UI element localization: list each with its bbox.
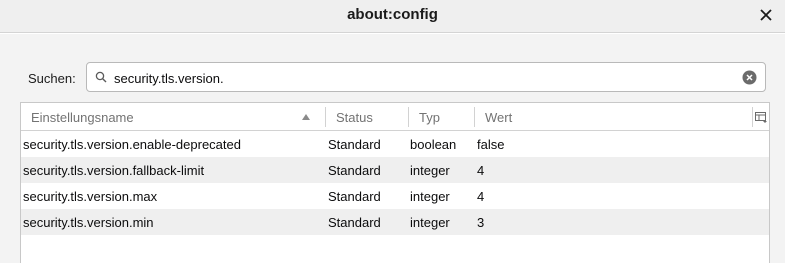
pref-value: false: [477, 137, 505, 152]
search-box[interactable]: [86, 62, 766, 92]
pref-name: security.tls.version.min: [23, 215, 154, 230]
search-label: Suchen:: [28, 71, 76, 86]
search-icon: [95, 71, 107, 83]
pref-value: 4: [477, 189, 485, 204]
title-bar: about:config: [0, 0, 785, 33]
column-divider[interactable]: [325, 107, 326, 127]
pref-name: security.tls.version.max: [23, 189, 158, 204]
pref-value: 3: [477, 215, 485, 230]
table-row[interactable]: security.tls.version.fallback-limit Stan…: [21, 157, 769, 183]
column-header-type[interactable]: Typ: [419, 110, 440, 125]
pref-name: security.tls.version.enable-deprecated: [23, 137, 241, 152]
pref-type: integer: [410, 189, 450, 204]
config-content: Suchen: Einstellungsname Status Typ Wert: [0, 34, 785, 263]
column-divider[interactable]: [408, 107, 409, 127]
pref-type: integer: [410, 163, 450, 178]
column-header-status[interactable]: Status: [336, 110, 373, 125]
pref-status: Standard: [328, 215, 381, 230]
pref-type: integer: [410, 215, 450, 230]
pref-type: boolean: [410, 137, 457, 152]
sort-ascending-icon: [302, 114, 310, 120]
table-header: Einstellungsname Status Typ Wert: [21, 103, 769, 131]
clear-search-icon[interactable]: [742, 70, 757, 85]
table-row[interactable]: security.tls.version.min Standard intege…: [21, 209, 769, 235]
column-divider: [752, 107, 753, 127]
column-header-value[interactable]: Wert: [485, 110, 512, 125]
close-icon[interactable]: [759, 6, 773, 24]
pref-value: 4: [477, 163, 485, 178]
table-row[interactable]: security.tls.version.enable-deprecated S…: [21, 131, 769, 157]
window-title: about:config: [347, 6, 438, 23]
pref-status: Standard: [328, 137, 381, 152]
column-divider[interactable]: [474, 107, 475, 127]
pref-status: Standard: [328, 189, 381, 204]
search-input[interactable]: [114, 70, 734, 86]
table-row[interactable]: security.tls.version.max Standard intege…: [21, 183, 769, 209]
pref-name: security.tls.version.fallback-limit: [23, 163, 205, 178]
preferences-table: Einstellungsname Status Typ Wert securit…: [20, 102, 770, 263]
pref-status: Standard: [328, 163, 381, 178]
column-header-name[interactable]: Einstellungsname: [31, 110, 134, 125]
column-picker-icon[interactable]: [754, 109, 768, 125]
